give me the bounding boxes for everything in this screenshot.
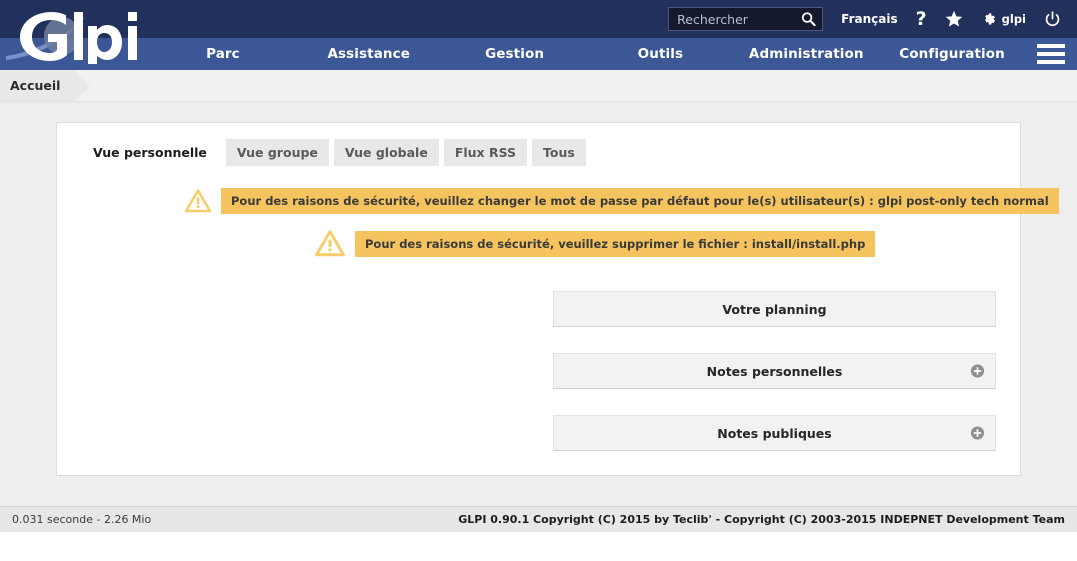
performance-info: 0.031 seconde - 2.26 Mio xyxy=(12,513,152,526)
username-label[interactable]: glpi xyxy=(1002,12,1026,26)
panel-label: Notes publiques xyxy=(717,425,832,441)
panel-votre-planning[interactable]: Votre planning xyxy=(553,291,996,327)
help-icon[interactable]: ? xyxy=(916,9,927,29)
copyright-info: GLPI 0.90.1 Copyright (C) 2015 by Teclib… xyxy=(458,513,1065,526)
footer-bar: 0.031 seconde - 2.26 Mio GLPI 0.90.1 Cop… xyxy=(0,506,1077,532)
gear-icon[interactable] xyxy=(981,11,997,27)
warning-triangle-icon xyxy=(315,230,345,257)
hamburger-bar-1 xyxy=(1037,44,1065,48)
nav-item-configuration[interactable]: Configuration xyxy=(879,38,1025,70)
view-tabs: Vue personnelle Vue groupe Vue globale F… xyxy=(77,139,1000,166)
tab-vue-groupe[interactable]: Vue groupe xyxy=(225,139,329,166)
nav-item-parc[interactable]: Parc xyxy=(150,38,296,70)
plus-circle-icon[interactable] xyxy=(970,364,985,379)
star-icon[interactable] xyxy=(945,10,963,28)
hamburger-bar-3 xyxy=(1037,60,1065,64)
panel-notes-personnelles[interactable]: Notes personnelles xyxy=(553,353,996,389)
page-footer: 0.031 seconde - 2.26 Mio GLPI 0.90.1 Cop… xyxy=(0,506,1077,561)
user-settings[interactable]: glpi xyxy=(981,11,1026,27)
search-box[interactable] xyxy=(668,7,824,31)
main-navigation: Parc Assistance Gestion Outils Administr… xyxy=(0,38,1077,70)
top-header-bar: Français ? glpi xyxy=(0,0,1077,64)
warning-message-password: Pour des raisons de sécurité, veuillez c… xyxy=(77,188,1059,215)
warning-message-install-file: Pour des raisons de sécurité, veuillez s… xyxy=(77,230,1000,258)
tab-vue-globale[interactable]: Vue globale xyxy=(333,139,439,166)
nav-item-gestion[interactable]: Gestion xyxy=(442,38,588,70)
nav-item-assistance[interactable]: Assistance xyxy=(296,38,442,70)
header-actions: Français ? glpi xyxy=(668,0,1077,38)
nav-item-outils[interactable]: Outils xyxy=(587,38,733,70)
warning-text: Pour des raisons de sécurité, veuillez c… xyxy=(221,188,1059,215)
breadcrumb-item-accueil[interactable]: Accueil xyxy=(0,70,92,102)
panel-label: Votre planning xyxy=(722,301,827,317)
tab-tous[interactable]: Tous xyxy=(532,139,586,166)
panel-notes-publiques[interactable]: Notes publiques xyxy=(553,415,996,451)
glpi-logo[interactable] xyxy=(4,6,154,64)
tab-vue-personnelle[interactable]: Vue personnelle xyxy=(79,139,221,166)
panel-label: Notes personnelles xyxy=(706,363,843,379)
dashboard-card: Vue personnelle Vue groupe Vue globale F… xyxy=(56,122,1059,477)
language-selector[interactable]: Français xyxy=(841,12,897,26)
nav-item-administration[interactable]: Administration xyxy=(733,38,879,70)
nav-items: Parc Assistance Gestion Outils Administr… xyxy=(150,38,1025,70)
hamburger-menu-icon[interactable] xyxy=(1025,38,1077,70)
dashboard-panels: Votre planning Notes personnelles Notes … xyxy=(553,291,996,477)
plus-circle-icon[interactable] xyxy=(970,426,985,441)
tab-flux-rss[interactable]: Flux RSS xyxy=(443,139,528,166)
search-icon[interactable] xyxy=(801,12,816,27)
breadcrumb: Accueil xyxy=(0,70,1077,102)
search-input[interactable] xyxy=(669,8,823,30)
warning-text: Pour des raisons de sécurité, veuillez s… xyxy=(355,230,876,258)
power-icon[interactable] xyxy=(1044,10,1061,28)
warning-triangle-icon xyxy=(185,189,211,213)
page-content: Vue personnelle Vue groupe Vue globale F… xyxy=(0,102,1077,506)
hamburger-bar-2 xyxy=(1037,52,1065,56)
